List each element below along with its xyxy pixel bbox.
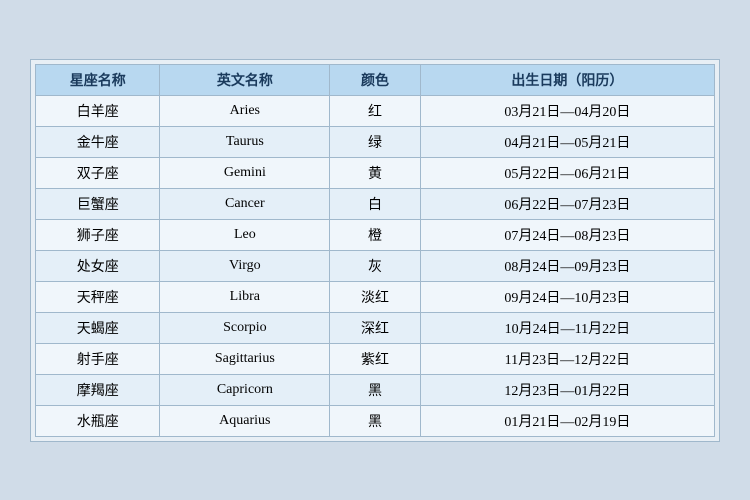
cell-color: 灰 [330,250,421,281]
header-en: 英文名称 [160,64,330,95]
cell-cn: 摩羯座 [36,374,160,405]
cell-color: 黑 [330,374,421,405]
cell-color: 淡红 [330,281,421,312]
table-row: 水瓶座Aquarius黑01月21日—02月19日 [36,405,715,436]
cell-date: 05月22日—06月21日 [420,157,714,188]
cell-en: Taurus [160,126,330,157]
cell-en: Cancer [160,188,330,219]
cell-color: 紫红 [330,343,421,374]
table-row: 巨蟹座Cancer白06月22日—07月23日 [36,188,715,219]
table-row: 天秤座Libra淡红09月24日—10月23日 [36,281,715,312]
table-row: 摩羯座Capricorn黑12月23日—01月22日 [36,374,715,405]
cell-en: Leo [160,219,330,250]
header-color: 颜色 [330,64,421,95]
cell-en: Gemini [160,157,330,188]
table-row: 射手座Sagittarius紫红11月23日—12月22日 [36,343,715,374]
cell-color: 绿 [330,126,421,157]
cell-en: Aries [160,95,330,126]
table-row: 天蝎座Scorpio深红10月24日—11月22日 [36,312,715,343]
cell-cn: 金牛座 [36,126,160,157]
cell-cn: 处女座 [36,250,160,281]
table-row: 金牛座Taurus绿04月21日—05月21日 [36,126,715,157]
cell-cn: 射手座 [36,343,160,374]
cell-date: 01月21日—02月19日 [420,405,714,436]
cell-date: 07月24日—08月23日 [420,219,714,250]
cell-color: 深红 [330,312,421,343]
cell-date: 03月21日—04月20日 [420,95,714,126]
cell-cn: 狮子座 [36,219,160,250]
header-cn: 星座名称 [36,64,160,95]
cell-color: 红 [330,95,421,126]
cell-cn: 巨蟹座 [36,188,160,219]
cell-en: Virgo [160,250,330,281]
table-header-row: 星座名称 英文名称 颜色 出生日期（阳历） [36,64,715,95]
cell-en: Sagittarius [160,343,330,374]
cell-color: 白 [330,188,421,219]
cell-color: 橙 [330,219,421,250]
cell-date: 12月23日—01月22日 [420,374,714,405]
cell-date: 11月23日—12月22日 [420,343,714,374]
table-row: 白羊座Aries红03月21日—04月20日 [36,95,715,126]
cell-date: 08月24日—09月23日 [420,250,714,281]
cell-color: 黑 [330,405,421,436]
cell-date: 06月22日—07月23日 [420,188,714,219]
cell-date: 10月24日—11月22日 [420,312,714,343]
zodiac-table-container: 星座名称 英文名称 颜色 出生日期（阳历） 白羊座Aries红03月21日—04… [30,59,720,442]
cell-cn: 双子座 [36,157,160,188]
cell-en: Libra [160,281,330,312]
table-row: 狮子座Leo橙07月24日—08月23日 [36,219,715,250]
table-row: 双子座Gemini黄05月22日—06月21日 [36,157,715,188]
cell-color: 黄 [330,157,421,188]
header-date: 出生日期（阳历） [420,64,714,95]
cell-cn: 水瓶座 [36,405,160,436]
cell-cn: 天蝎座 [36,312,160,343]
cell-cn: 白羊座 [36,95,160,126]
cell-date: 09月24日—10月23日 [420,281,714,312]
cell-cn: 天秤座 [36,281,160,312]
cell-en: Scorpio [160,312,330,343]
cell-date: 04月21日—05月21日 [420,126,714,157]
cell-en: Aquarius [160,405,330,436]
table-row: 处女座Virgo灰08月24日—09月23日 [36,250,715,281]
zodiac-table: 星座名称 英文名称 颜色 出生日期（阳历） 白羊座Aries红03月21日—04… [35,64,715,437]
cell-en: Capricorn [160,374,330,405]
